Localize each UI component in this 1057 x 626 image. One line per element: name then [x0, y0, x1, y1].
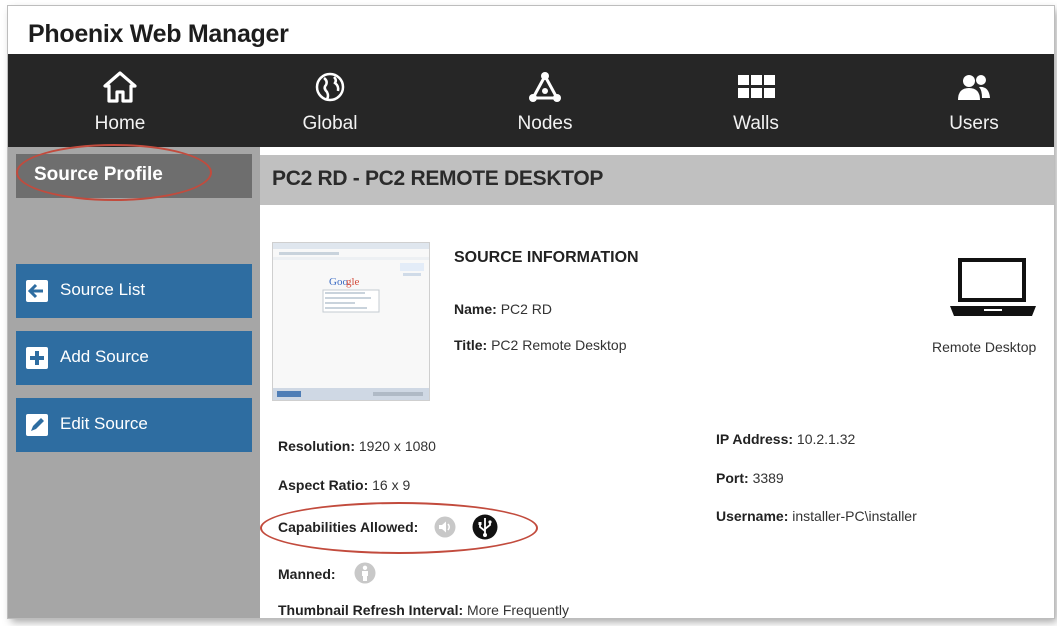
highlight-ellipse-capabilities	[260, 502, 538, 554]
source-list-label: Source List	[60, 280, 146, 299]
username-field: Username: installer-PC\installer	[716, 508, 917, 524]
home-icon	[103, 71, 137, 103]
name-label: Name:	[454, 301, 497, 317]
source-thumbnail: Goo gle	[272, 242, 430, 401]
port-label: Port:	[716, 470, 749, 486]
thumbnail-refresh-value: More Frequently	[467, 602, 569, 618]
manned-field: Manned:	[278, 566, 336, 582]
globe-icon	[315, 72, 345, 102]
grid-icon	[738, 75, 775, 98]
port-value: 3389	[752, 470, 784, 486]
aspect-ratio-field: Aspect Ratio: 16 x 9	[278, 477, 410, 493]
arrow-left-icon	[26, 280, 48, 302]
nav-item-nodes[interactable]: Nodes	[485, 54, 605, 147]
app-title: Phoenix Web Manager	[28, 20, 289, 48]
page-title: PC2 RD - PC2 REMOTE DESKTOP	[272, 167, 604, 190]
main-header: PC2 RD - PC2 REMOTE DESKTOP	[260, 147, 1054, 205]
nav-item-home[interactable]: Home	[60, 54, 180, 147]
app-window: Phoenix Web Manager Home Global Nodes Wa…	[8, 6, 1054, 618]
ip-address-field: IP Address: 10.2.1.32	[716, 431, 855, 447]
resolution-label: Resolution:	[278, 438, 355, 454]
name-field: Name: PC2 RD	[454, 301, 552, 317]
name-value: PC2 RD	[500, 301, 553, 317]
nav-item-global[interactable]: Global	[270, 54, 390, 147]
nav-label-walls: Walls	[733, 113, 779, 134]
title-value: PC2 Remote Desktop	[491, 337, 627, 353]
nav-label-nodes: Nodes	[517, 113, 573, 134]
title-label: Title:	[454, 337, 488, 353]
thumbnail-refresh-label: Thumbnail Refresh Interval:	[278, 602, 464, 618]
plus-icon	[26, 347, 48, 369]
nav-item-users[interactable]: Users	[914, 54, 1034, 147]
svg-text:gle: gle	[346, 276, 360, 288]
section-title: SOURCE INFORMATION	[454, 249, 639, 266]
nav-item-walls[interactable]: Walls	[696, 54, 816, 147]
ip-address-value: 10.2.1.32	[796, 431, 856, 447]
port-field: Port: 3389	[716, 470, 784, 486]
title-field: Title: PC2 Remote Desktop	[454, 337, 627, 353]
person-icon	[354, 562, 376, 584]
edit-source-label: Edit Source	[60, 414, 148, 433]
thumbnail-refresh-field: Thumbnail Refresh Interval: More Frequen…	[278, 602, 569, 618]
nodes-icon	[529, 72, 561, 102]
nav-label-users: Users	[949, 113, 999, 134]
source-list-button[interactable]: Source List	[16, 264, 252, 318]
nav-label-home: Home	[94, 113, 146, 134]
add-source-label: Add Source	[60, 347, 149, 366]
sidebar: Source Profile Source List Add Source Ed…	[8, 147, 260, 618]
resolution-value: 1920 x 1080	[358, 438, 436, 454]
users-icon	[958, 75, 990, 100]
manned-label: Manned:	[278, 566, 336, 582]
add-source-button[interactable]: Add Source	[16, 331, 252, 385]
highlight-ellipse-source-profile	[16, 144, 212, 201]
aspect-ratio-label: Aspect Ratio:	[278, 477, 369, 493]
source-type-label: Remote Desktop	[932, 339, 1037, 355]
username-label: Username:	[716, 508, 789, 524]
top-navbar: Home Global Nodes Walls Users	[8, 54, 1054, 147]
edit-source-button[interactable]: Edit Source	[16, 398, 252, 452]
resolution-field: Resolution: 1920 x 1080	[278, 438, 436, 454]
pencil-icon	[26, 414, 48, 436]
username-value: installer-PC\installer	[792, 508, 917, 524]
nav-label-global: Global	[302, 113, 358, 134]
aspect-ratio-value: 16 x 9	[372, 477, 411, 493]
ip-address-label: IP Address:	[716, 431, 794, 447]
laptop-icon	[950, 258, 1036, 316]
